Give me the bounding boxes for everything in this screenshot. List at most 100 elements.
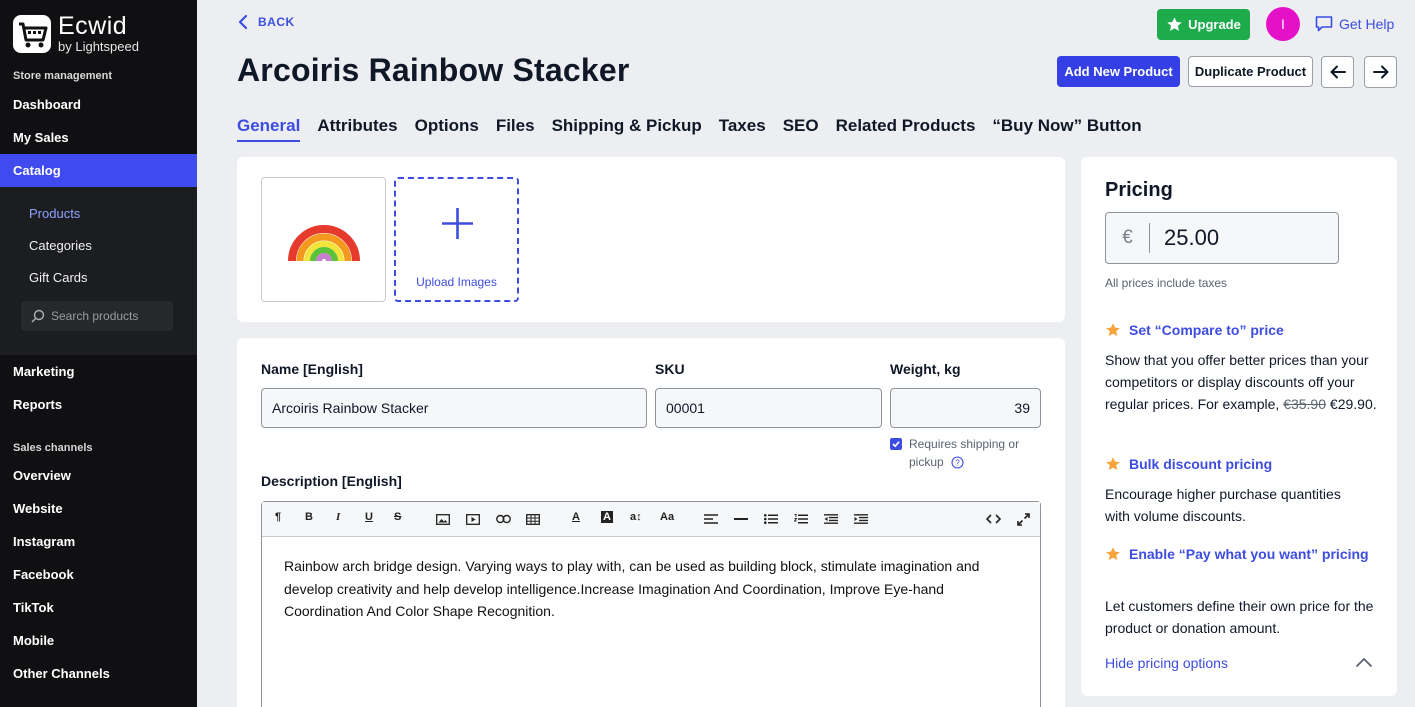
pay-what-you-want-text: Let customers define their own price for… xyxy=(1105,598,1374,636)
outdent-icon[interactable] xyxy=(824,514,838,524)
brand-title: Ecwid xyxy=(58,12,128,40)
cart-logo-icon xyxy=(13,14,51,53)
tab-buy-now-button[interactable]: “Buy Now” Button xyxy=(992,116,1141,142)
description-text[interactable]: Rainbow arch bridge design. Varying ways… xyxy=(262,537,1040,641)
pricing-title: Pricing xyxy=(1105,179,1173,201)
product-image-thumbnail[interactable] xyxy=(261,177,386,302)
search-icon xyxy=(31,309,45,323)
nav-catalog[interactable]: Catalog xyxy=(0,154,197,187)
nav-tiktok[interactable]: TikTok xyxy=(0,591,197,624)
paragraph-icon[interactable]: ¶ xyxy=(275,511,281,523)
brand-subtitle: by Lightspeed xyxy=(58,39,139,54)
price-value: 25.00 xyxy=(1164,225,1220,250)
background-color-icon[interactable]: A xyxy=(601,511,613,523)
back-link[interactable]: BACK xyxy=(237,14,295,30)
pay-what-you-want-title: Enable “Pay what you want” pricing xyxy=(1129,546,1369,562)
avatar[interactable]: I xyxy=(1266,7,1300,41)
name-label: Name [English] xyxy=(261,361,363,377)
tab-taxes[interactable]: Taxes xyxy=(719,116,766,142)
tab-seo[interactable]: SEO xyxy=(783,116,819,142)
font-color-icon[interactable]: A xyxy=(572,511,580,523)
code-view-icon[interactable] xyxy=(986,514,1001,524)
weight-input[interactable]: 39 xyxy=(890,388,1041,428)
description-label: Description [English] xyxy=(261,473,402,489)
nav-dashboard[interactable]: Dashboard xyxy=(0,88,197,121)
nav-other-channels[interactable]: Other Channels xyxy=(0,657,197,690)
pay-what-you-want-link[interactable]: Enable “Pay what you want” pricing xyxy=(1105,543,1375,565)
table-icon[interactable] xyxy=(526,514,540,525)
align-icon[interactable] xyxy=(704,514,718,524)
fullscreen-icon[interactable] xyxy=(1017,513,1030,526)
upgrade-button[interactable]: Upgrade xyxy=(1157,9,1250,40)
sku-input[interactable]: 00001 xyxy=(655,388,882,428)
svg-text:?: ? xyxy=(955,458,960,467)
get-help-link[interactable]: Get Help xyxy=(1315,15,1394,32)
add-new-product-button[interactable]: Add New Product xyxy=(1057,56,1180,87)
tab-options[interactable]: Options xyxy=(415,116,479,142)
name-input[interactable]: Arcoiris Rainbow Stacker xyxy=(261,388,647,428)
chevron-left-icon xyxy=(238,14,248,30)
video-icon[interactable] xyxy=(466,514,480,525)
upload-images-button[interactable]: Upload Images xyxy=(394,177,519,302)
requires-shipping-checkbox[interactable]: Requires shipping or pickup ? xyxy=(890,435,1019,471)
subnav-products[interactable]: Products xyxy=(29,206,80,221)
chat-bubble-icon xyxy=(1315,16,1333,32)
tab-shipping-pickup[interactable]: Shipping & Pickup xyxy=(552,116,702,142)
editor-toolbar: ¶ B I U S A A a↕ Aa xyxy=(262,502,1040,537)
bulk-discount-text: Encourage higher purchase quantities wit… xyxy=(1105,486,1341,524)
help-circle-icon[interactable]: ? xyxy=(951,455,964,469)
upgrade-label: Upgrade xyxy=(1188,17,1241,32)
tab-related-products[interactable]: Related Products xyxy=(836,116,976,142)
next-product-button[interactable] xyxy=(1364,56,1397,88)
subnav-categories[interactable]: Categories xyxy=(29,238,92,253)
nav-reports[interactable]: Reports xyxy=(0,388,197,421)
indent-icon[interactable] xyxy=(854,514,868,524)
sales-channels-label: Sales channels xyxy=(13,442,93,454)
compare-to-title: Set “Compare to” price xyxy=(1129,322,1284,338)
tab-files[interactable]: Files xyxy=(496,116,535,142)
price-input[interactable]: € 25.00 xyxy=(1105,212,1339,264)
numbered-list-icon[interactable] xyxy=(794,514,808,524)
italic-icon[interactable]: I xyxy=(336,511,340,523)
compare-to-price-link[interactable]: Set “Compare to” price xyxy=(1105,319,1284,341)
subnav-gift-cards[interactable]: Gift Cards xyxy=(29,270,88,285)
chevron-up-icon[interactable] xyxy=(1355,657,1373,668)
bold-icon[interactable]: B xyxy=(305,511,313,523)
description-editor: ¶ B I U S A A a↕ Aa Rainbow arch bridge … xyxy=(261,501,1041,707)
underline-icon[interactable]: U xyxy=(365,511,373,523)
nav-instagram[interactable]: Instagram xyxy=(0,525,197,558)
tab-attributes[interactable]: Attributes xyxy=(317,116,397,142)
horizontal-rule-icon[interactable] xyxy=(734,514,748,524)
tab-general[interactable]: General xyxy=(237,116,301,142)
nav-facebook[interactable]: Facebook xyxy=(0,558,197,591)
duplicate-product-button[interactable]: Duplicate Product xyxy=(1188,56,1313,87)
nav-marketing[interactable]: Marketing xyxy=(0,355,197,388)
nav-my-sales[interactable]: My Sales xyxy=(0,121,197,154)
get-help-label: Get Help xyxy=(1339,15,1395,32)
font-family-icon[interactable]: Aa xyxy=(660,511,674,523)
strikethrough-icon[interactable]: S xyxy=(394,511,401,523)
previous-product-button[interactable] xyxy=(1321,56,1354,88)
star-icon xyxy=(1106,323,1120,336)
brand-logo[interactable]: Ecwid by Lightspeed xyxy=(13,14,139,53)
bulk-discount-link[interactable]: Bulk discount pricing xyxy=(1105,453,1272,475)
link-icon[interactable] xyxy=(496,514,511,524)
hide-pricing-options-link[interactable]: Hide pricing options xyxy=(1105,655,1228,671)
price-tax-note: All prices include taxes xyxy=(1105,276,1228,290)
star-icon xyxy=(1106,457,1120,470)
nav-mobile[interactable]: Mobile xyxy=(0,624,197,657)
nav-overview[interactable]: Overview xyxy=(0,459,197,492)
image-icon[interactable] xyxy=(436,514,450,525)
sku-label: SKU xyxy=(655,361,685,377)
sidebar-search-input[interactable]: Search products xyxy=(21,301,173,331)
nav-website[interactable]: Website xyxy=(0,492,197,525)
font-size-icon[interactable]: a↕ xyxy=(630,511,642,523)
bullet-list-icon[interactable] xyxy=(764,514,778,524)
compare-to-description: Show that you offer better prices than y… xyxy=(1105,349,1385,415)
arrow-right-icon xyxy=(1372,65,1388,79)
back-label: BACK xyxy=(258,15,295,29)
requires-shipping-line1: Requires shipping or xyxy=(909,437,1020,451)
images-card: Upload Images xyxy=(237,157,1065,322)
pricing-card: Pricing € 25.00 All prices include taxes… xyxy=(1081,157,1397,696)
weight-label: Weight, kg xyxy=(890,361,961,377)
